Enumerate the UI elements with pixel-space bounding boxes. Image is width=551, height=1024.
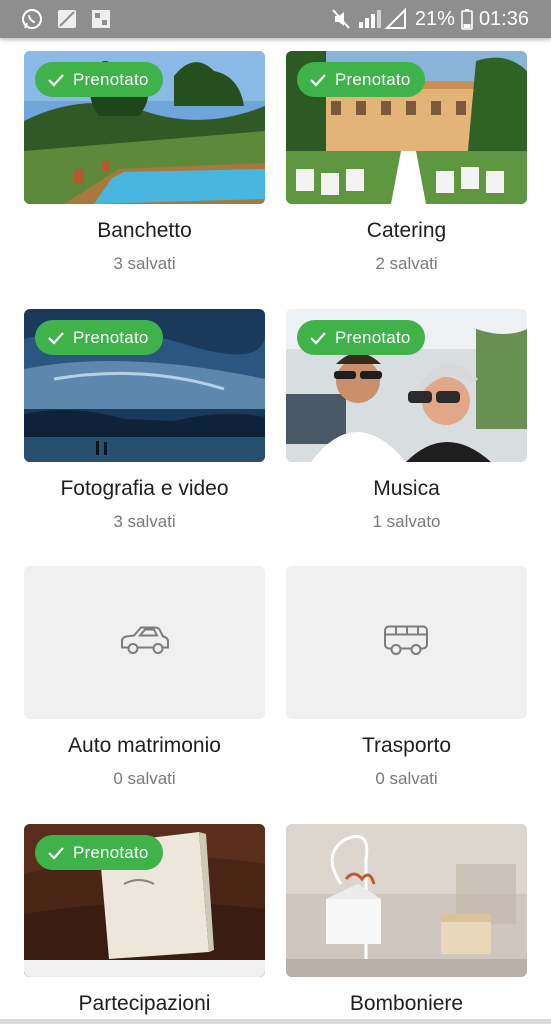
category-title: Bomboniere xyxy=(349,992,464,1015)
checkmark-icon xyxy=(48,846,64,860)
category-title: Musica xyxy=(373,477,440,500)
category-placeholder xyxy=(24,566,265,719)
category-card-catering[interactable]: Prenotato Catering 2 salvati xyxy=(286,51,527,275)
booked-badge: Prenotato xyxy=(35,62,163,97)
booked-badge: Prenotato xyxy=(35,835,163,870)
booked-badge: Prenotato xyxy=(297,320,425,355)
booked-badge: Prenotato xyxy=(297,62,425,97)
car-icon xyxy=(119,623,171,662)
booked-badge-label: Prenotato xyxy=(73,842,149,862)
category-saved-count: 3 salvati xyxy=(113,254,176,273)
villa-photo: Prenotato xyxy=(286,51,527,204)
invitation-photo: Prenotato xyxy=(24,824,265,977)
category-saved-count: 0 salvati xyxy=(113,769,176,788)
vendor-category-grid: Prenotato Banchetto 3 salvati Prenotato … xyxy=(0,38,551,1024)
category-saved-count: 0 salvati xyxy=(375,769,438,788)
category-title: Auto matrimonio xyxy=(68,734,221,757)
bus-icon xyxy=(382,623,432,662)
category-card-fotografia-e-video[interactable]: Prenotato Fotografia e video 3 salvati xyxy=(24,309,265,533)
status-bar: 21% 01:36 xyxy=(0,0,551,38)
booked-badge-label: Prenotato xyxy=(73,327,149,347)
category-card-bomboniere[interactable]: Bomboniere xyxy=(286,824,527,1017)
lake-photo: Prenotato xyxy=(24,309,265,462)
bottom-edge xyxy=(0,1019,551,1024)
image-icon xyxy=(90,8,112,30)
category-card-auto-matrimonio[interactable]: Auto matrimonio 0 salvati xyxy=(24,566,265,790)
category-card-banchetto[interactable]: Prenotato Banchetto 3 salvati xyxy=(24,51,265,275)
signal-icon xyxy=(357,8,409,30)
category-placeholder xyxy=(286,566,527,719)
pool-photo: Prenotato xyxy=(24,51,265,204)
category-title: Banchetto xyxy=(97,219,192,242)
checkmark-icon xyxy=(48,331,64,345)
category-saved-count: 1 salvato xyxy=(372,512,441,531)
checkmark-icon xyxy=(48,73,64,87)
clock: 01:36 xyxy=(478,7,529,30)
category-title: Partecipazioni xyxy=(78,992,211,1015)
category-card-musica[interactable]: Prenotato Musica 1 salvato xyxy=(286,309,527,533)
booked-badge-label: Prenotato xyxy=(335,327,411,347)
category-title: Fotografia e video xyxy=(60,477,229,500)
category-saved-count: 2 salvati xyxy=(375,254,438,273)
favor-photo xyxy=(286,824,527,977)
booked-badge-label: Prenotato xyxy=(335,69,411,89)
mute-icon xyxy=(331,8,351,30)
battery-icon xyxy=(461,8,473,30)
gallery-icon xyxy=(56,8,78,30)
checkmark-icon xyxy=(310,331,326,345)
booked-badge-label: Prenotato xyxy=(73,69,149,89)
category-title: Trasporto xyxy=(361,734,452,757)
whatsapp-icon xyxy=(20,7,44,31)
battery-percent: 21% xyxy=(414,7,455,30)
booked-badge: Prenotato xyxy=(35,320,163,355)
checkmark-icon xyxy=(310,73,326,87)
category-saved-count: 3 salvati xyxy=(113,512,176,531)
category-card-partecipazioni[interactable]: Prenotato Partecipazioni xyxy=(24,824,265,1017)
couple-photo: Prenotato xyxy=(286,309,527,462)
category-title: Catering xyxy=(366,219,447,242)
category-card-trasporto[interactable]: Trasporto 0 salvati xyxy=(286,566,527,790)
